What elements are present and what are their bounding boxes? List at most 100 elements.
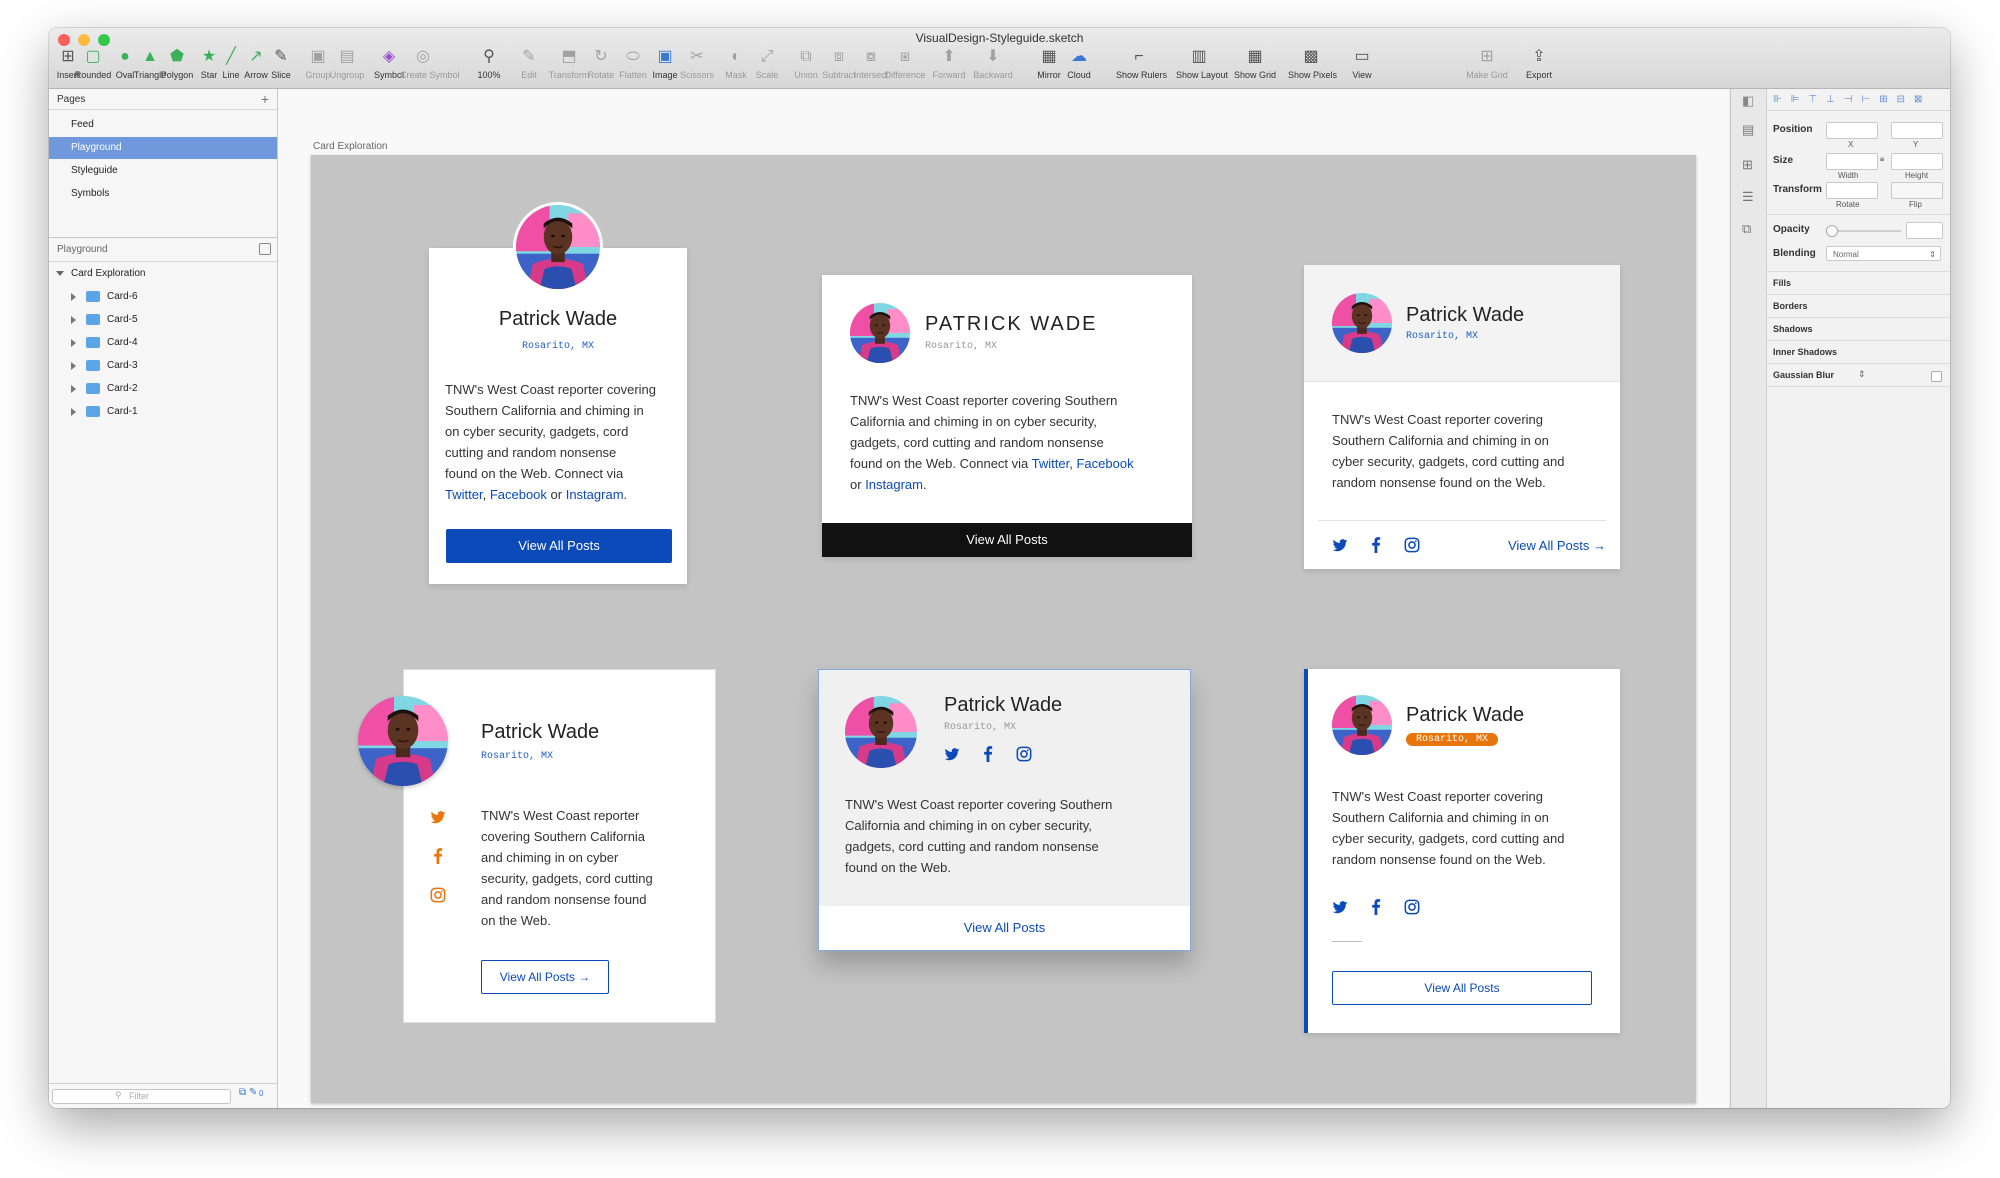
instagram-icon[interactable] xyxy=(430,887,446,903)
collapse-icon[interactable] xyxy=(259,243,271,255)
layer-item-card-3[interactable]: Card-3 xyxy=(49,355,277,377)
bio-line: random nonsense found on the Web. xyxy=(1332,475,1546,490)
rotate-input[interactable] xyxy=(1826,182,1878,199)
layer-item-card-4[interactable]: Card-4 xyxy=(49,332,277,354)
instagram-link[interactable]: Instagram xyxy=(566,487,624,502)
toolbar-show-grid-button[interactable]: ▦ Show Grid xyxy=(1232,48,1278,88)
card-5[interactable]: Patrick Wade Rosarito, MX TNW's West Coa… xyxy=(818,669,1191,951)
flip-buttons[interactable] xyxy=(1891,182,1943,199)
card-6[interactable]: Patrick Wade Rosarito, MX TNW's West Coa… xyxy=(1304,669,1620,1033)
disclosure-closed-icon[interactable] xyxy=(71,316,76,324)
toolbar-ungroup-button[interactable]: ▤ Ungroup xyxy=(324,48,370,88)
link-tab-icon[interactable]: ⧉ xyxy=(1742,221,1751,237)
layer-artboard-card-exploration[interactable]: Card Exploration xyxy=(49,263,277,285)
view-all-posts-link[interactable]: View All Posts xyxy=(819,906,1190,950)
canvas[interactable]: Card Exploration Patrick Wade Rosarito, … xyxy=(278,89,1729,1108)
twitter-icon[interactable] xyxy=(430,809,446,825)
arrow-right-icon: → xyxy=(1593,538,1606,553)
instagram-icon[interactable] xyxy=(1404,537,1420,553)
add-page-icon[interactable]: + xyxy=(261,91,269,107)
bio-line: Southern California and chiming in on xyxy=(1332,810,1549,825)
page-item-styleguide[interactable]: Styleguide xyxy=(49,160,277,182)
edit-filter-icon[interactable]: ✎ xyxy=(249,1087,257,1098)
instagram-icon[interactable] xyxy=(1404,899,1420,915)
card-bio: TNW's West Coast reporter covering South… xyxy=(445,379,675,505)
facebook-link[interactable]: Facebook xyxy=(490,487,547,502)
opacity-slider-handle[interactable] xyxy=(1826,225,1838,237)
twitter-icon[interactable] xyxy=(944,746,960,762)
y-input[interactable] xyxy=(1891,122,1943,139)
toolbar-backward-button[interactable]: ⬇ Backward xyxy=(970,48,1016,88)
gaussian-blur-checkbox[interactable] xyxy=(1931,371,1942,382)
view-all-posts-button[interactable]: View All Posts → xyxy=(481,960,609,994)
toolbar-show-rulers-button[interactable]: ⌐ Show Rulers xyxy=(1116,48,1167,88)
page-item-symbols[interactable]: Symbols xyxy=(49,183,277,205)
filter-count: 0 xyxy=(259,1089,264,1098)
toolbar-show-pixels-button[interactable]: ▩ Show Pixels xyxy=(1288,48,1337,88)
layer-item-card-6[interactable]: Card-6 xyxy=(49,286,277,308)
arrow-right-icon: → xyxy=(578,970,591,984)
toolbar-make-grid-button[interactable]: ⊞ Make Grid xyxy=(1464,48,1510,88)
twitter-icon[interactable] xyxy=(1332,537,1348,553)
toolbar-difference-button[interactable]: ⧆ Difference xyxy=(882,48,928,88)
disclosure-closed-icon[interactable] xyxy=(71,408,76,416)
borders-label[interactable]: Borders xyxy=(1773,301,1808,311)
align-bar[interactable]: ⊪⊫⊤⊥⊣⊢⊞⊟⊠ xyxy=(1767,89,1950,111)
disclosure-closed-icon[interactable] xyxy=(71,385,76,393)
gaussian-blur-label[interactable]: Gaussian Blur xyxy=(1773,370,1834,380)
toolbar-create-symbol-button[interactable]: ◎ Create Symbol xyxy=(400,48,460,88)
card-2[interactable]: PATRICK WADE Rosarito, MX TNW's West Coa… xyxy=(822,275,1192,557)
facebook-link[interactable]: Facebook xyxy=(1076,456,1133,471)
disclosure-closed-icon[interactable] xyxy=(71,362,76,370)
disclosure-open-icon[interactable] xyxy=(56,271,64,276)
page-item-feed[interactable]: Feed xyxy=(49,114,277,136)
artboard[interactable]: Patrick Wade Rosarito, MX TNW's West Coa… xyxy=(311,155,1696,1103)
card-bio: TNW's West Coast reporter covering South… xyxy=(1332,786,1602,870)
artboard-label[interactable]: Card Exploration xyxy=(313,141,387,152)
view-all-posts-button[interactable]: View All Posts xyxy=(1332,971,1592,1005)
opacity-input[interactable] xyxy=(1906,222,1943,239)
fills-label[interactable]: Fills xyxy=(1773,278,1791,288)
toolbar-forward-button[interactable]: ⬆ Forward xyxy=(926,48,972,88)
twitter-icon[interactable] xyxy=(1332,899,1348,915)
twitter-link[interactable]: Twitter xyxy=(1032,456,1070,471)
layer-item-card-2[interactable]: Card-2 xyxy=(49,378,277,400)
twitter-link[interactable]: Twitter xyxy=(445,487,483,502)
toolbar-view-button[interactable]: ▭ View xyxy=(1339,48,1385,88)
divider xyxy=(1318,520,1606,521)
disclosure-closed-icon[interactable] xyxy=(71,293,76,301)
card-4[interactable]: Patrick Wade Rosarito, MX TNW's West Coa… xyxy=(358,669,716,1023)
symbols-filter-icon[interactable]: ⧉ xyxy=(239,1087,246,1098)
page-item-playground[interactable]: Playground xyxy=(49,137,277,159)
instagram-link[interactable]: Instagram xyxy=(865,477,923,492)
blending-select[interactable]: Normal ⇕ xyxy=(1826,246,1941,261)
text-tab-icon[interactable]: ☰ xyxy=(1742,189,1754,205)
align-tab-icon[interactable]: ▤ xyxy=(1742,122,1754,138)
layer-item-card-1[interactable]: Card-1 xyxy=(49,401,277,423)
height-input[interactable] xyxy=(1891,153,1943,170)
facebook-icon[interactable] xyxy=(430,848,446,864)
layer-item-card-5[interactable]: Card-5 xyxy=(49,309,277,331)
facebook-icon[interactable] xyxy=(980,746,996,762)
width-input[interactable] xyxy=(1826,153,1878,170)
instagram-icon[interactable] xyxy=(1016,746,1032,762)
facebook-icon[interactable] xyxy=(1368,537,1384,553)
toolbar-show-layout-button[interactable]: ▥ Show Layout xyxy=(1176,48,1228,88)
resize-tab-icon[interactable]: ⊞ xyxy=(1742,157,1753,173)
lock-icon[interactable]: 🔒︎ xyxy=(1880,154,1884,164)
filter-input[interactable]: ⚲ Filter xyxy=(52,1089,231,1104)
toolbar-export-button[interactable]: ⇪ Export xyxy=(1516,48,1562,88)
toolbar-cloud-button[interactable]: ☁ Cloud xyxy=(1056,48,1102,88)
view-all-posts-link[interactable]: View All Posts → xyxy=(1496,536,1606,556)
card-1[interactable]: Patrick Wade Rosarito, MX TNW's West Coa… xyxy=(429,202,687,584)
style-tab-icon[interactable]: ◧ xyxy=(1742,93,1754,109)
facebook-icon[interactable] xyxy=(1368,899,1384,915)
disclosure-closed-icon[interactable] xyxy=(71,339,76,347)
chevron-updown-icon[interactable]: ⇕ xyxy=(1858,369,1866,380)
view-all-posts-button[interactable]: View All Posts xyxy=(822,523,1192,557)
shadows-label[interactable]: Shadows xyxy=(1773,324,1813,334)
card-3[interactable]: Patrick Wade Rosarito, MX TNW's West Coa… xyxy=(1304,265,1620,569)
x-input[interactable] xyxy=(1826,122,1878,139)
view-all-posts-button[interactable]: View All Posts xyxy=(446,529,672,563)
inner-shadows-label[interactable]: Inner Shadows xyxy=(1773,347,1837,357)
